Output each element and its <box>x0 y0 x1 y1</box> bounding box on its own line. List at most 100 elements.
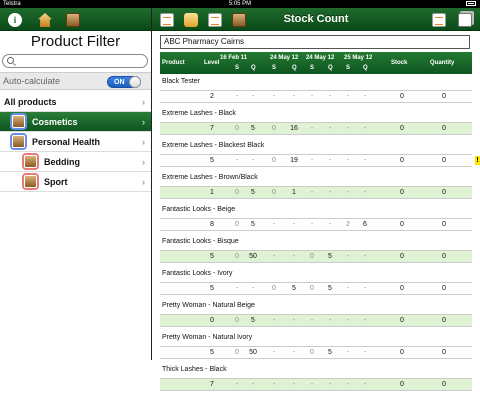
col-date: 16 Feb 11 <box>220 55 248 61</box>
sq-value: - <box>346 157 350 164</box>
sq-value: 0 <box>235 349 239 356</box>
sq-value: - <box>328 381 332 388</box>
table-row[interactable]: Extreme Lashes - Brown/Black 1 0 5 0 1- - - -0 0 <box>160 170 480 202</box>
sq-value: 5 <box>292 285 296 292</box>
sq-value: - <box>235 93 239 100</box>
autocalc-toggle[interactable]: ON <box>107 76 141 88</box>
tree-item-label: Sport <box>44 177 68 187</box>
tree-item[interactable]: Cosmetics › <box>0 112 151 132</box>
row-values: 10501----00 <box>160 186 472 199</box>
stock-value: 0 <box>400 349 404 356</box>
stock-value: 0 <box>400 189 404 196</box>
autocalc-label: Auto-calculate <box>3 76 61 86</box>
sq-value: - <box>363 93 367 100</box>
toggle-label: ON <box>114 79 125 86</box>
home-icon[interactable] <box>38 13 52 27</box>
table-row[interactable]: Fantastic Looks - Beige 8 0 5 - - - - 2 6 0 0 <box>160 202 480 234</box>
page-title: Stock Count <box>283 13 349 25</box>
col-date: 24 May 12 <box>306 55 335 61</box>
sq-value: 0 <box>310 285 314 292</box>
quantity-value: 0 <box>442 285 446 292</box>
sq-value: 0 <box>235 189 239 196</box>
row-values: 5 0 50- -0 5- -0 0 <box>160 346 472 359</box>
sq-value: 50 <box>249 253 257 260</box>
table-row[interactable]: Fantastic Looks - Bisque 5 0 50- -0 5- -0 0 <box>160 234 480 266</box>
chevron-right-icon: › <box>142 97 145 107</box>
box-icon <box>12 135 25 148</box>
row-values: 5 - - 0 19 - - - - 0 0! <box>160 154 480 167</box>
sq-value: - <box>328 221 332 228</box>
table-row[interactable]: Pretty Woman - Natural Beige 0 0 5 - - - - - - 0 0 <box>160 298 480 330</box>
sq-value: 50 <box>249 349 257 356</box>
toggle-knob <box>129 76 141 88</box>
quantity-value: 0 <box>442 221 446 228</box>
product-name: Pretty Woman - Natural Beige <box>162 302 255 309</box>
box-icon <box>24 175 37 188</box>
sq-value: - <box>310 221 314 228</box>
row-values: 7 0 5 0 16 - - - - 0 0 <box>160 122 472 135</box>
table-row[interactable]: Extreme Lashes - Black 7 0 5 0 16 - - - - 0 0 <box>160 106 480 138</box>
tree-item[interactable]: Personal Health › <box>0 132 151 152</box>
sq-value: 5 <box>328 253 332 260</box>
products-icon[interactable] <box>66 13 80 27</box>
sq-value: 0 <box>272 285 276 292</box>
sq-value: - <box>235 285 239 292</box>
level-value: 0 <box>210 317 214 324</box>
tree-item[interactable]: Bedding › <box>0 152 151 172</box>
sq-value: 0 <box>272 157 276 164</box>
store-name-field[interactable]: ABC Pharmacy Cairns <box>160 35 470 49</box>
level-value: 5 <box>210 157 214 164</box>
table-row[interactable]: Extreme Lashes - Blackest Black 5 - - 0 19 - - -… <box>160 138 480 170</box>
tree-item-label: Cosmetics <box>32 117 78 127</box>
level-value: 5 <box>210 285 214 292</box>
quantity-value: 0 <box>442 253 446 260</box>
stock-value: 0 <box>400 93 404 100</box>
col-sq: Q <box>292 65 297 71</box>
quantity-value: 0 <box>442 189 446 196</box>
tree-item-label: Bedding <box>44 157 80 167</box>
search-input[interactable] <box>2 54 148 68</box>
level-value: 1 <box>210 189 214 196</box>
col-sq: Q <box>328 65 333 71</box>
col-sq: S <box>310 65 315 71</box>
sq-value: 0 <box>235 253 239 260</box>
tree-item[interactable]: Sport › <box>0 172 151 192</box>
sq-value: - <box>292 317 296 324</box>
product-name: Extreme Lashes - Blackest Black <box>162 142 265 149</box>
product-name: Black Tester <box>162 78 200 85</box>
sq-value: - <box>363 157 367 164</box>
level-value: 8 <box>210 221 214 228</box>
sq-value: - <box>310 189 314 196</box>
sq-value: 0 <box>235 317 239 324</box>
sq-value: - <box>310 93 314 100</box>
sq-value: - <box>346 317 350 324</box>
info-icon[interactable]: i <box>8 13 22 27</box>
sq-value: - <box>363 381 367 388</box>
product-name: Fantastic Looks - Beige <box>162 206 236 213</box>
sq-value: 5 <box>328 285 332 292</box>
sq-value: - <box>310 317 314 324</box>
sq-value: - <box>310 157 314 164</box>
sq-value: 6 <box>363 221 367 228</box>
table-row[interactable]: Black Tester 2 - - - - - - - - 0 0 <box>160 74 480 106</box>
tree-item[interactable]: All products › <box>0 92 151 112</box>
level-value: 7 <box>210 381 214 388</box>
col-date: 25 May 12 <box>344 55 373 61</box>
table-row[interactable]: Pretty Woman - Natural Ivory 5 0 50- -0 5- -0 0 <box>160 330 480 362</box>
stock-value: 0 <box>400 157 404 164</box>
table-row[interactable]: Fantastic Looks - Ivory 5 - - 0 5 0 5 - - 0 0 <box>160 266 480 298</box>
sq-value: - <box>346 93 350 100</box>
tree-item-label: All products <box>4 97 57 107</box>
sq-value: 16 <box>290 125 298 132</box>
sq-value: - <box>292 221 296 228</box>
stock-value: 0 <box>400 317 404 324</box>
table-row[interactable]: Thick Lashes - Black 7 - - - - - - - - 0 0 <box>160 362 480 394</box>
col-sq: S <box>235 65 240 71</box>
sq-value: - <box>251 285 255 292</box>
row-values: 5 - - 0 5 0 5 - - 0 0 <box>160 282 472 295</box>
sq-value: - <box>292 93 296 100</box>
quantity-value: 0 <box>442 93 446 100</box>
chevron-right-icon: › <box>142 117 145 127</box>
stock-value: 0 <box>400 221 404 228</box>
warning-icon: ! <box>475 156 480 165</box>
